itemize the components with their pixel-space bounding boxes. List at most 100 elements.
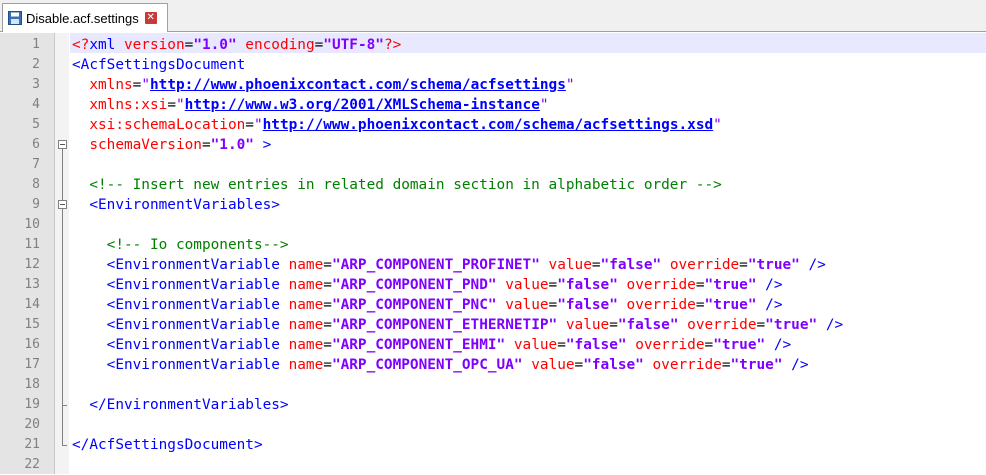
code-token: = bbox=[167, 97, 176, 113]
code-line[interactable]: <EnvironmentVariable name="ARP_COMPONENT… bbox=[72, 315, 844, 335]
code-line[interactable]: schemaVersion="1.0" > bbox=[72, 135, 271, 155]
code-token[interactable]: http://www.phoenixcontact.com/schema/acf… bbox=[150, 77, 566, 93]
code-token: = bbox=[548, 277, 558, 293]
code-token: "ARP_COMPONENT_EHMI" bbox=[331, 337, 506, 353]
code-token: version bbox=[123, 37, 185, 53]
code-token: "ARP_COMPONENT_OPC_UA" bbox=[331, 357, 523, 373]
line-number: 10 bbox=[24, 217, 40, 232]
tab-bar: Disable.acf.settings ✕ bbox=[0, 0, 986, 32]
code-token: <!-- Insert new entries in related domai… bbox=[72, 177, 722, 193]
code-line[interactable]: xmlns="http://www.phoenixcontact.com/sch… bbox=[72, 75, 575, 95]
line-number: 20 bbox=[24, 417, 40, 432]
code-token: xmlns:xsi bbox=[72, 97, 168, 113]
code-line[interactable]: </EnvironmentVariables> bbox=[72, 395, 289, 415]
code-token: xml bbox=[89, 37, 124, 53]
code-token: = bbox=[574, 357, 584, 373]
code-token: "true" bbox=[765, 317, 818, 333]
code-token: " bbox=[713, 117, 722, 133]
code-token[interactable]: http://www.phoenixcontact.com/schema/acf… bbox=[263, 117, 714, 133]
code-token: /> bbox=[765, 337, 792, 353]
code-token: </AcfSettingsDocument> bbox=[72, 437, 263, 453]
code-token: "true" bbox=[704, 277, 757, 293]
line-number: 12 bbox=[24, 257, 40, 272]
code-token: "false" bbox=[617, 317, 679, 333]
code-line[interactable]: <!-- Insert new entries in related domai… bbox=[72, 175, 722, 195]
code-line[interactable]: <EnvironmentVariable name="ARP_COMPONENT… bbox=[72, 355, 809, 375]
code-token: "UTF-8" bbox=[323, 37, 384, 53]
code-token: /> bbox=[782, 357, 809, 373]
line-number: 5 bbox=[32, 117, 40, 132]
code-token: = bbox=[695, 297, 705, 313]
code-token: value bbox=[496, 297, 549, 313]
code-token: "true" bbox=[704, 297, 757, 313]
fold-collapse-document-icon[interactable] bbox=[58, 140, 67, 149]
code-token: "false" bbox=[565, 337, 627, 353]
code-token: = bbox=[323, 357, 332, 373]
code-line[interactable]: xmlns:xsi= "http://www.w3.org/2001/XMLSch… bbox=[72, 95, 549, 115]
tab-disable-acf-settings[interactable]: Disable.acf.settings ✕ bbox=[2, 3, 168, 32]
code-token: = bbox=[323, 337, 332, 353]
code-token: = bbox=[201, 137, 211, 153]
code-token: = bbox=[704, 337, 714, 353]
code-token: <EnvironmentVariable bbox=[72, 277, 280, 293]
code-token: ?> bbox=[383, 37, 402, 53]
code-token[interactable]: http://www.w3.org/2001/XMLSchema-instanc… bbox=[185, 97, 540, 113]
code-token: xsi:schemaLocation bbox=[72, 117, 246, 133]
code-token: <? bbox=[72, 37, 90, 53]
code-line[interactable]: xsi:schemaLocation="http://www.phoenixco… bbox=[72, 115, 722, 135]
code-token: value bbox=[539, 257, 592, 273]
code-line[interactable]: <AcfSettingsDocument bbox=[72, 55, 245, 75]
code-token: <AcfSettingsDocument bbox=[72, 57, 246, 73]
code-token: "false" bbox=[557, 297, 618, 313]
code-line[interactable]: <!-- Io components--> bbox=[72, 235, 289, 255]
code-line[interactable]: <EnvironmentVariable name="ARP_COMPONENT… bbox=[72, 335, 792, 355]
line-number: 21 bbox=[24, 437, 40, 452]
code-line[interactable]: </AcfSettingsDocument> bbox=[72, 435, 263, 455]
code-token: <EnvironmentVariable bbox=[72, 257, 280, 273]
line-number: 4 bbox=[32, 97, 40, 112]
code-token: "1.0" bbox=[210, 137, 254, 153]
code-line[interactable]: <EnvironmentVariable name="ARP_COMPONENT… bbox=[72, 295, 783, 315]
code-token: " bbox=[253, 117, 263, 133]
line-number: 18 bbox=[24, 377, 40, 392]
code-token: = bbox=[184, 37, 194, 53]
code-token: = bbox=[245, 117, 254, 133]
code-token: override bbox=[617, 297, 696, 313]
code-line[interactable]: <?xml version="1.0" encoding="UTF-8"?> bbox=[72, 35, 401, 55]
code-token: = bbox=[323, 257, 332, 273]
code-token: "ARP_COMPONENT_PNC" bbox=[331, 297, 497, 313]
code-token: override bbox=[643, 357, 722, 373]
code-token: = bbox=[609, 317, 618, 333]
code-area[interactable]: <?xml version="1.0" encoding="UTF-8"?> <A… bbox=[70, 33, 986, 474]
code-editor[interactable]: 1 2 3 4 5 6 7 8 9 10 11 12 13 14 15 16 17 18 19 20 21 22 <?xm… bbox=[0, 33, 986, 474]
code-token: " bbox=[565, 77, 575, 93]
code-line[interactable]: <EnvironmentVariables> bbox=[72, 195, 280, 215]
code-token: value bbox=[496, 277, 549, 293]
code-token: = bbox=[323, 317, 332, 333]
code-token: name bbox=[279, 257, 324, 273]
code-token: "1.0" bbox=[193, 37, 237, 53]
close-tab-icon[interactable]: ✕ bbox=[144, 12, 157, 24]
code-token: " bbox=[539, 97, 549, 113]
code-token: = bbox=[739, 257, 748, 273]
code-token: "true" bbox=[747, 257, 800, 273]
fold-collapse-envvars-icon[interactable] bbox=[58, 200, 67, 209]
code-token: /> bbox=[756, 277, 783, 293]
code-token: encoding bbox=[236, 37, 315, 53]
code-token: override bbox=[617, 277, 696, 293]
code-token: name bbox=[279, 317, 324, 333]
code-token: <EnvironmentVariable bbox=[72, 337, 280, 353]
code-line[interactable]: <EnvironmentVariable name="ARP_COMPONENT… bbox=[72, 275, 783, 295]
code-token: "ARP_COMPONENT_PROFINET" bbox=[331, 257, 540, 273]
code-token: name bbox=[279, 297, 324, 313]
code-token: /> bbox=[817, 317, 844, 333]
code-token: = bbox=[695, 277, 705, 293]
code-token: = bbox=[721, 357, 731, 373]
code-line[interactable]: <EnvironmentVariable name="ARP_COMPONENT… bbox=[72, 255, 826, 275]
code-token: <!-- Io components--> bbox=[72, 237, 289, 253]
code-token: </EnvironmentVariables> bbox=[72, 397, 289, 413]
code-token: > bbox=[253, 137, 272, 153]
code-token: = bbox=[314, 37, 324, 53]
code-token: "false" bbox=[600, 257, 662, 273]
tab-title: Disable.acf.settings bbox=[26, 10, 139, 26]
